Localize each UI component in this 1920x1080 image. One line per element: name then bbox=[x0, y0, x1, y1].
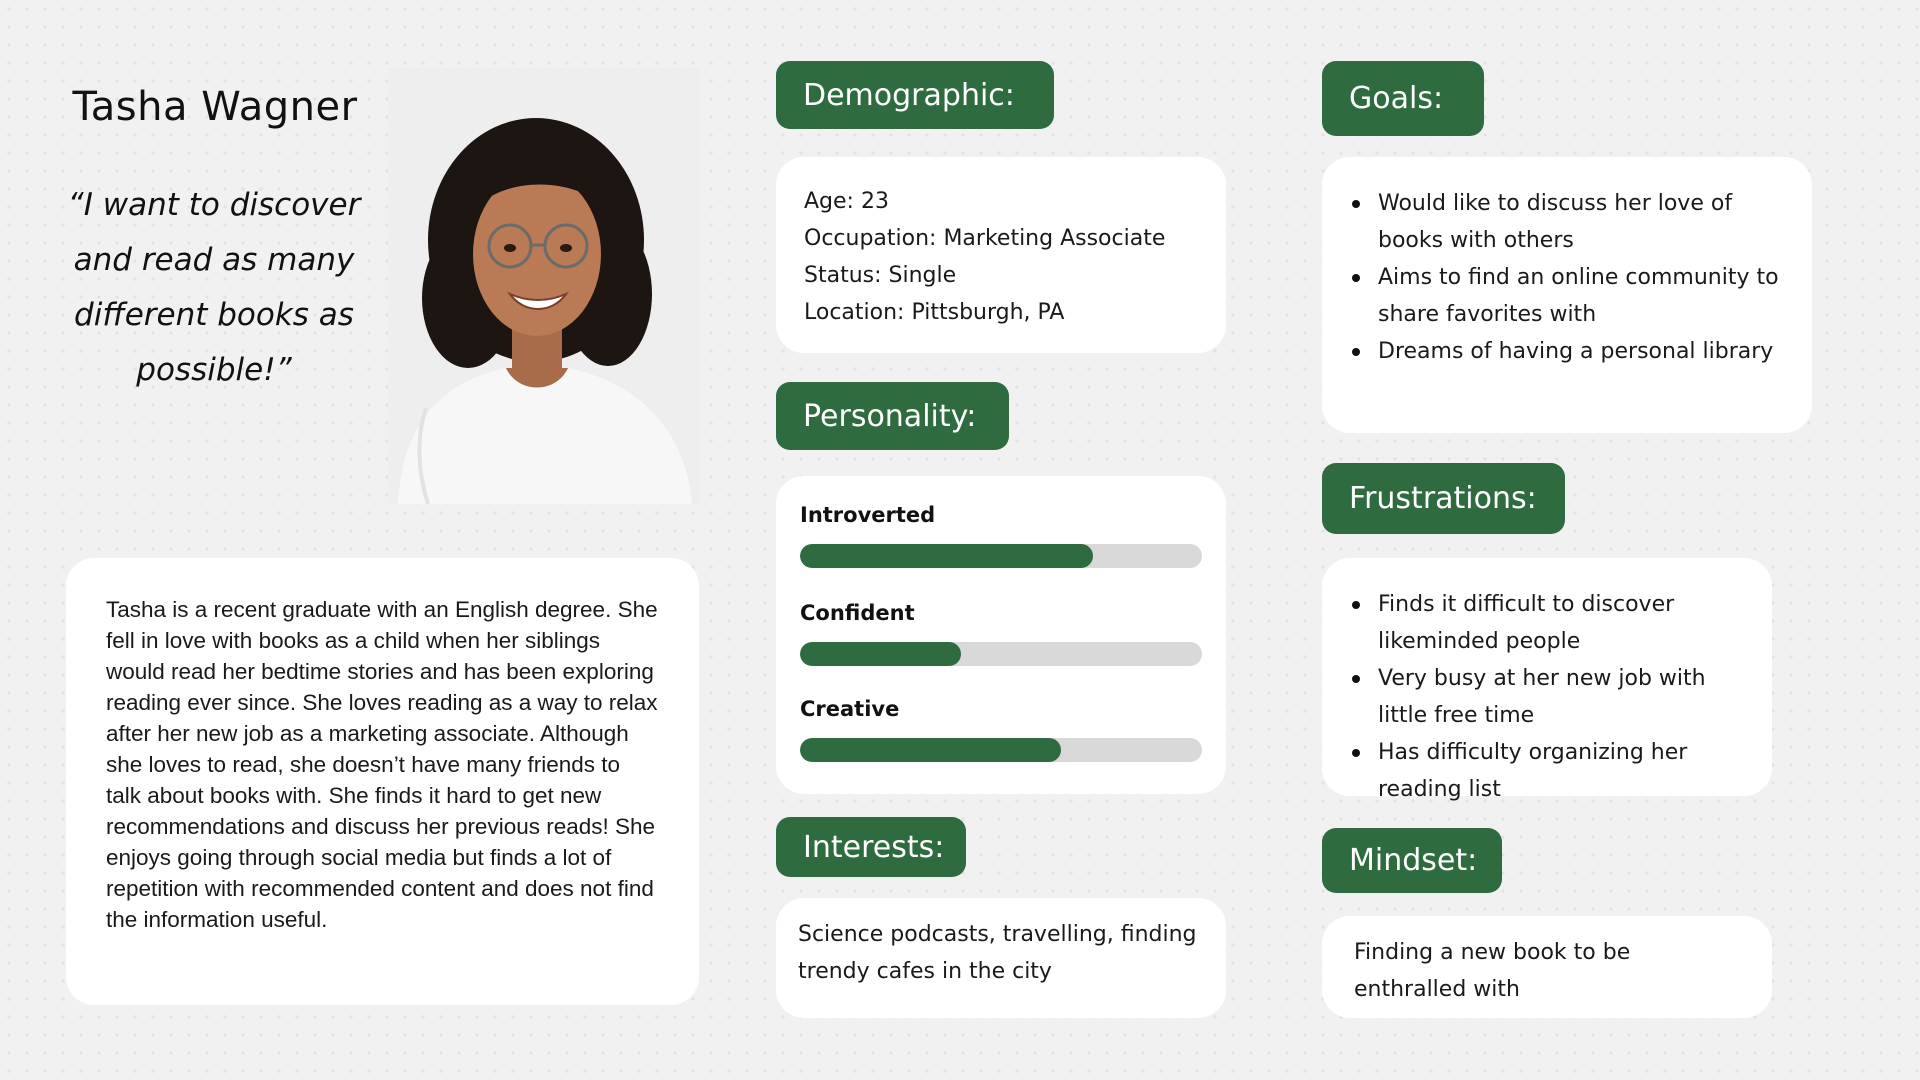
location-line: Location: Pittsburgh, PA bbox=[804, 300, 1065, 325]
bullet-icon bbox=[1352, 200, 1360, 208]
goals-card: Would like to discuss her love of books … bbox=[1322, 157, 1812, 433]
trait-confident: Confident bbox=[800, 600, 1202, 696]
frustrations-heading: Frustrations: bbox=[1322, 463, 1565, 534]
mindset-card: Finding a new book to be enthralled with bbox=[1322, 916, 1772, 1018]
list-item: Very busy at her new job with little fre… bbox=[1352, 660, 1752, 734]
trait-fill bbox=[800, 642, 961, 666]
personality-card: Introverted Confident Creative bbox=[776, 476, 1226, 794]
personality-heading: Personality: bbox=[776, 382, 1009, 450]
bio-card: Tasha is a recent graduate with an Engli… bbox=[66, 558, 699, 1005]
bullet-icon bbox=[1352, 675, 1360, 683]
mindset-heading: Mindset: bbox=[1322, 828, 1502, 893]
list-item: Aims to find an online community to shar… bbox=[1352, 259, 1792, 333]
persona-portrait-illustration bbox=[388, 68, 700, 504]
trait-label: Confident bbox=[800, 601, 915, 625]
occupation-line: Occupation: Marketing Associate bbox=[804, 226, 1166, 251]
trait-track bbox=[800, 642, 1202, 666]
trait-label: Creative bbox=[800, 697, 900, 721]
frustrations-list: Finds it difficult to discover likeminde… bbox=[1352, 586, 1752, 808]
frustrations-card: Finds it difficult to discover likeminde… bbox=[1322, 558, 1772, 802]
goals-list: Would like to discuss her love of books … bbox=[1352, 185, 1792, 370]
mindset-text: Finding a new book to be enthralled with bbox=[1354, 940, 1631, 1002]
interests-heading: Interests: bbox=[776, 817, 966, 877]
bullet-icon bbox=[1352, 348, 1360, 356]
trait-fill bbox=[800, 544, 1094, 568]
trait-track bbox=[800, 544, 1202, 568]
trait-track bbox=[800, 738, 1202, 762]
trait-fill bbox=[800, 738, 1062, 762]
persona-quote: “I want to discover and read as many dif… bbox=[67, 187, 361, 388]
trait-introverted: Introverted bbox=[800, 502, 1202, 600]
age-line: Age: 23 bbox=[804, 189, 889, 214]
interests-card: Science podcasts, travelling, finding tr… bbox=[776, 898, 1226, 1018]
bullet-icon bbox=[1352, 601, 1360, 609]
list-item: Would like to discuss her love of books … bbox=[1352, 185, 1792, 259]
demographic-heading: Demographic: bbox=[776, 61, 1054, 129]
demographic-card: Age: 23 Occupation: Marketing Associate … bbox=[776, 157, 1226, 353]
bio-text: Tasha is a recent graduate with an Engli… bbox=[106, 597, 658, 932]
goals-heading: Goals: bbox=[1322, 61, 1484, 136]
trait-label: Introverted bbox=[800, 503, 936, 527]
status-line: Status: Single bbox=[804, 263, 957, 288]
interests-text: Science podcasts, travelling, finding tr… bbox=[798, 922, 1197, 984]
list-item: Has difficulty organizing her reading li… bbox=[1352, 734, 1752, 808]
list-item: Dreams of having a personal library bbox=[1352, 333, 1792, 370]
bullet-icon bbox=[1352, 749, 1360, 757]
trait-creative: Creative bbox=[800, 696, 1202, 762]
persona-photo bbox=[388, 68, 700, 504]
list-item: Finds it difficult to discover likeminde… bbox=[1352, 586, 1752, 660]
bullet-icon bbox=[1352, 274, 1360, 282]
persona-name: Tasha Wagner bbox=[72, 84, 358, 130]
